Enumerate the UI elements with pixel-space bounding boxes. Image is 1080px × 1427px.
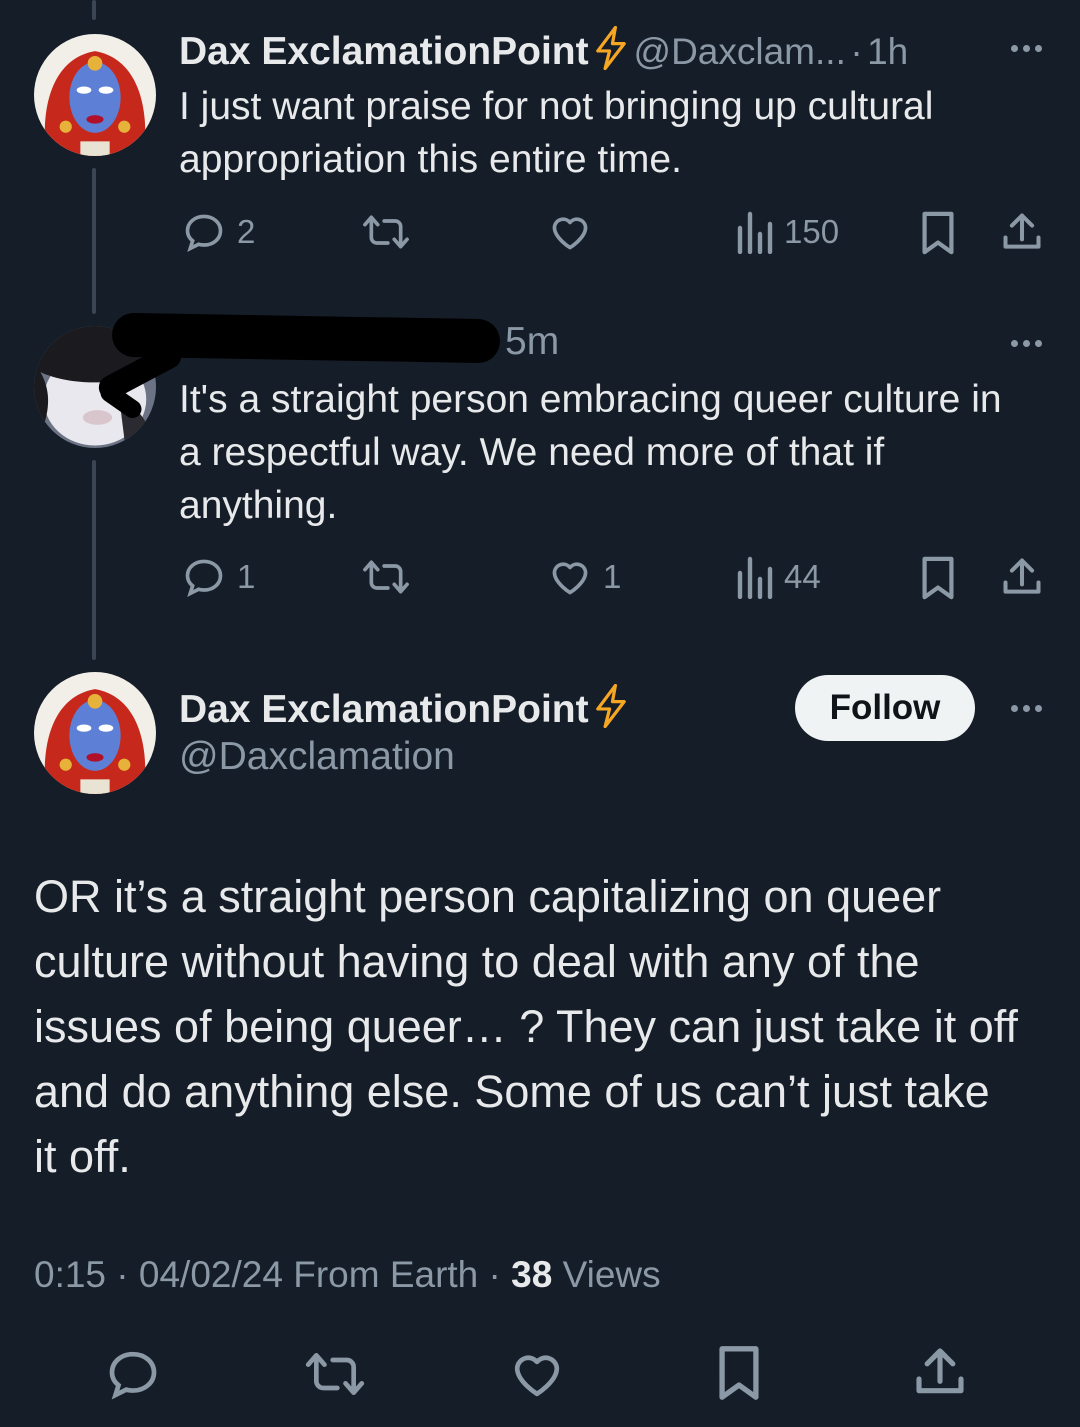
heart-icon xyxy=(514,1355,560,1397)
share-upload-icon xyxy=(1003,213,1041,249)
retweet-button[interactable] xyxy=(360,555,412,599)
share-button[interactable] xyxy=(912,1344,968,1400)
post-time[interactable]: 0:15 xyxy=(34,1254,106,1295)
views-button[interactable]: 150 xyxy=(734,210,839,254)
tweet-header: 5m xyxy=(505,320,559,364)
heart-icon xyxy=(552,562,588,595)
bookmark-icon xyxy=(922,211,954,255)
like-button[interactable] xyxy=(508,1346,566,1402)
separator: · xyxy=(116,1254,129,1295)
thread-connector-2 xyxy=(92,460,96,660)
avatar-drag-portrait xyxy=(34,672,156,794)
bar-chart-icon xyxy=(737,211,773,254)
views-button[interactable]: 44 xyxy=(734,555,821,599)
share-upload-icon xyxy=(916,1348,964,1394)
retweet-button[interactable] xyxy=(360,210,412,254)
more-options-icon[interactable] xyxy=(1011,705,1042,712)
tweet-header: Dax ExclamationPoint @Daxclam... · 1h xyxy=(179,25,908,75)
retweet-arrows-icon xyxy=(363,215,409,249)
share-upload-icon xyxy=(1003,558,1041,594)
avatar-drag-portrait xyxy=(34,34,156,156)
timestamp[interactable]: 1h xyxy=(867,31,908,72)
follow-button[interactable]: Follow xyxy=(795,675,975,741)
display-name[interactable]: Dax ExclamationPoint xyxy=(179,688,589,731)
timestamp[interactable]: 5m xyxy=(505,320,559,363)
separator: · xyxy=(850,31,863,72)
tweet-text: OR it’s a straight person capitalizing o… xyxy=(34,871,1018,1182)
tweet-text: I just want praise for not bringing up c… xyxy=(179,85,934,181)
share-button[interactable] xyxy=(1000,210,1044,254)
bookmark-icon xyxy=(719,1346,759,1400)
retweet-arrows-icon xyxy=(305,1353,365,1395)
separator: · xyxy=(488,1254,501,1295)
author-name-row: Dax ExclamationPoint xyxy=(179,683,629,733)
like-count: 1 xyxy=(603,558,622,595)
avatar[interactable] xyxy=(34,34,156,156)
heart-icon xyxy=(552,217,588,250)
reply-button[interactable]: 1 xyxy=(181,555,255,599)
view-count: 150 xyxy=(784,213,840,250)
post-source: From Earth xyxy=(293,1254,479,1295)
tweet-metadata: 0:15 · 04/02/24 From Earth · 38 Views xyxy=(34,1254,661,1296)
lightning-bolt-icon xyxy=(593,683,629,733)
thread-connector-top xyxy=(92,0,96,20)
display-name[interactable]: Dax ExclamationPoint xyxy=(179,30,589,73)
reply-count: 1 xyxy=(237,558,256,595)
speech-bubble-icon xyxy=(185,214,223,253)
reply-button[interactable] xyxy=(104,1346,162,1402)
post-date[interactable]: 04/02/24 xyxy=(139,1254,283,1295)
lightning-bolt-icon xyxy=(593,25,629,75)
more-options-icon[interactable] xyxy=(1011,340,1042,347)
bookmark-button[interactable] xyxy=(714,1344,764,1402)
retweet-arrows-icon xyxy=(363,560,409,594)
thread-connector-1 xyxy=(92,168,96,314)
handle[interactable]: @Daxclamation xyxy=(179,735,455,779)
reply-count: 2 xyxy=(237,213,256,250)
bookmark-icon xyxy=(922,556,954,600)
views-label: Views xyxy=(562,1254,661,1295)
reply-button[interactable]: 2 xyxy=(181,210,255,254)
share-button[interactable] xyxy=(1000,555,1044,599)
handle[interactable]: @Daxclam... xyxy=(634,31,846,72)
speech-bubble-icon xyxy=(185,559,223,598)
bar-chart-icon xyxy=(737,556,773,599)
bookmark-button[interactable] xyxy=(918,555,958,601)
more-options-icon[interactable] xyxy=(1011,45,1042,52)
bookmark-button[interactable] xyxy=(918,210,958,256)
avatar[interactable] xyxy=(34,672,156,794)
tweet-text: It's a straight person embracing queer c… xyxy=(179,378,1002,527)
like-button[interactable] xyxy=(547,210,593,254)
speech-bubble-icon xyxy=(109,1351,157,1400)
views-count: 38 xyxy=(511,1254,553,1295)
view-count: 44 xyxy=(784,558,821,595)
retweet-button[interactable] xyxy=(302,1346,368,1402)
like-button[interactable]: 1 xyxy=(547,555,621,599)
